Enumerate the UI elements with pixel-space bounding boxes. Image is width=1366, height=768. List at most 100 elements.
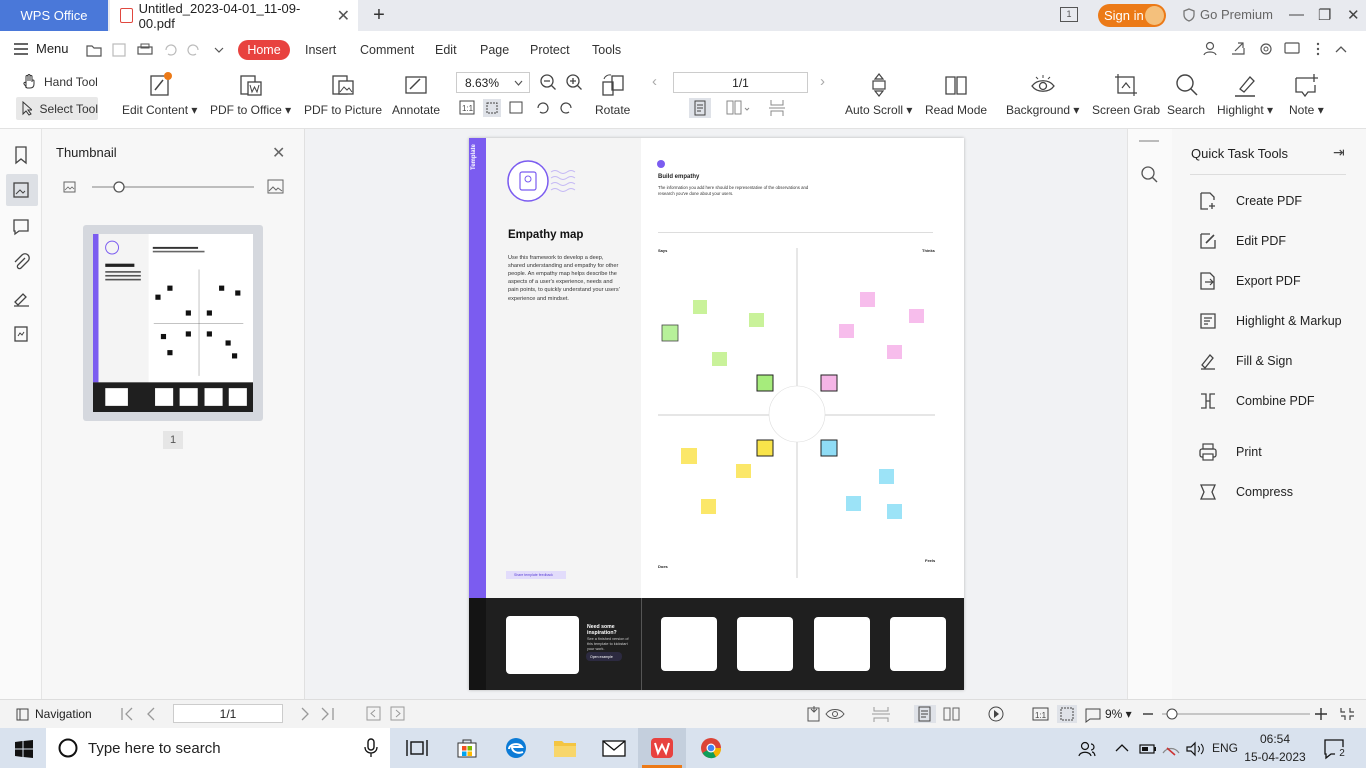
eye-icon [1030, 75, 1055, 92]
status-page-input[interactable]: 1/1 [173, 704, 283, 723]
taskbar-search-box[interactable]: Type here to search [46, 728, 390, 768]
highlight-button[interactable]: Highlight ▾ [1217, 72, 1273, 117]
page-thumbnail[interactable] [93, 234, 253, 412]
tab-home[interactable]: Home [238, 40, 290, 60]
pdf-page[interactable]: Template Empathy map Use this framework … [469, 138, 964, 690]
clock-time[interactable]: 06:54 [1250, 732, 1300, 746]
system-tray-icons[interactable] [1113, 741, 1223, 757]
pdf-to-office-button[interactable]: PDF to Office ▾ [210, 72, 291, 117]
close-panel-icon[interactable]: ✕ [272, 143, 285, 163]
collapse-panel-icon[interactable]: ⇥ [1333, 144, 1345, 161]
next-last-page-icons[interactable] [298, 706, 338, 722]
search-button[interactable]: Search [1167, 72, 1205, 117]
edge-browser-icon[interactable] [504, 737, 528, 759]
open-example-button[interactable]: Open example [586, 652, 622, 661]
comment-icon[interactable] [11, 217, 31, 237]
annotate-button[interactable]: Annotate [392, 72, 440, 117]
microphone-icon[interactable] [364, 738, 378, 758]
export-pdf-icon [1200, 272, 1215, 290]
rotate-button[interactable]: Rotate [595, 72, 630, 117]
next-page-icon[interactable]: › [820, 73, 825, 90]
signature-icon[interactable] [11, 288, 31, 308]
close-tab-icon[interactable]: ✕ [337, 6, 350, 26]
mail-icon[interactable] [602, 737, 626, 759]
empathy-map-canvas [658, 248, 935, 578]
quick-item-combine-pdf[interactable]: Combine PDF [1198, 391, 1315, 411]
tab-comment[interactable]: Comment [360, 43, 414, 57]
edit-content-button[interactable]: Edit Content ▾ [122, 72, 197, 117]
step-card-4 [890, 617, 946, 671]
tab-page[interactable]: Page [480, 43, 509, 57]
status-zoom-value[interactable]: 9% ▾ [1105, 707, 1132, 721]
read-mode-button[interactable]: Read Mode [925, 72, 987, 117]
people-icon[interactable] [1078, 740, 1096, 758]
quick-item-fill-sign[interactable]: Fill & Sign [1198, 351, 1292, 371]
quick-access-icons[interactable] [86, 42, 226, 58]
tab-protect[interactable]: Protect [530, 43, 570, 57]
document-tab[interactable]: Untitled_2023-04-01_11-09-00.pdf ✕ [110, 0, 358, 31]
rotate-label: Rotate [595, 103, 631, 117]
right-sidebar-rail [1127, 129, 1172, 699]
screen-grab-button[interactable]: Screen Grab [1092, 72, 1160, 117]
auto-scroll-icon [872, 73, 886, 97]
find-icon[interactable] [1139, 164, 1159, 184]
first-prev-page-icons[interactable] [120, 706, 160, 722]
menu-button[interactable]: Menu [14, 41, 69, 56]
tab-tools[interactable]: Tools [592, 43, 621, 57]
menubar-right-icons[interactable] [1202, 41, 1352, 57]
select-tool-label: Select Tool [39, 101, 98, 116]
file-explorer-icon[interactable] [553, 737, 577, 759]
footer-text: See a finished version of this template … [587, 637, 629, 651]
windows-start-icon[interactable] [15, 740, 33, 758]
fit-zoom-icons[interactable]: 1:1 [1032, 705, 1112, 723]
tab-insert[interactable]: Insert [305, 43, 336, 57]
minimize-icon[interactable]: — [1289, 6, 1304, 23]
sign-in-button[interactable]: Sign in [1098, 4, 1166, 27]
prev-page-icon[interactable]: ‹ [652, 73, 657, 90]
quick-item-create-pdf[interactable]: Create PDF [1198, 191, 1302, 211]
new-tab-button[interactable]: + [368, 4, 390, 26]
fill-sign-icon [1201, 354, 1215, 370]
quick-item-export-pdf[interactable]: Export PDF [1198, 271, 1301, 291]
example-preview-card[interactable] [506, 616, 579, 674]
select-tool-button[interactable]: Select Tool [16, 97, 98, 120]
chrome-browser-icon[interactable] [699, 737, 723, 759]
task-view-icon[interactable] [405, 737, 429, 759]
status-zoom-slider[interactable] [1140, 706, 1358, 722]
auto-scroll-button[interactable]: Auto Scroll ▾ [845, 72, 912, 117]
history-nav-icons[interactable] [366, 706, 406, 722]
restore-icon[interactable]: ❐ [1318, 6, 1331, 24]
navigation-button[interactable]: Navigation [16, 707, 92, 721]
wps-office-tab[interactable]: WPS Office [0, 0, 108, 31]
window-count-icon[interactable]: 1 [1060, 7, 1078, 22]
tab-edit[interactable]: Edit [435, 43, 457, 57]
thumbnail-size-slider[interactable] [62, 179, 292, 197]
zoom-select[interactable]: 8.63% [456, 72, 530, 93]
attachment-icon[interactable] [11, 252, 31, 272]
highlight-markup-icon [1200, 313, 1216, 329]
quick-item-label: Combine PDF [1236, 394, 1315, 408]
pages-icon[interactable] [11, 324, 31, 344]
quick-item-edit-pdf[interactable]: Edit PDF [1198, 231, 1286, 251]
page-view-icons[interactable]: 1:1 [459, 99, 579, 117]
quick-item-highlight-markup[interactable]: Highlight & Markup [1198, 311, 1342, 331]
zoom-buttons[interactable] [539, 73, 585, 91]
quick-item-print[interactable]: Print [1198, 442, 1262, 462]
status-view-icons[interactable] [806, 705, 1016, 723]
close-window-icon[interactable]: ✕ [1347, 6, 1360, 24]
pdf-to-picture-button[interactable]: PDF to Picture [304, 72, 382, 117]
background-label: Background ▾ [1006, 103, 1080, 117]
background-button[interactable]: Background ▾ [1006, 72, 1079, 117]
hand-tool-button[interactable]: Hand Tool [22, 74, 98, 89]
microsoft-store-icon[interactable] [455, 737, 479, 759]
quick-item-compress[interactable]: Compress [1198, 482, 1293, 502]
note-button[interactable]: Note ▾ [1289, 72, 1324, 117]
layout-mode-icons[interactable] [689, 98, 789, 118]
svg-text:1:1: 1:1 [1035, 711, 1047, 720]
language-indicator[interactable]: ENG [1212, 741, 1238, 755]
page-number-input[interactable]: 1/1 [673, 72, 808, 93]
clock-date[interactable]: 15-04-2023 [1244, 750, 1306, 764]
thumbnail-icon [13, 182, 29, 198]
go-premium-button[interactable]: Go Premium [1182, 7, 1273, 22]
bookmark-icon[interactable] [11, 145, 31, 165]
